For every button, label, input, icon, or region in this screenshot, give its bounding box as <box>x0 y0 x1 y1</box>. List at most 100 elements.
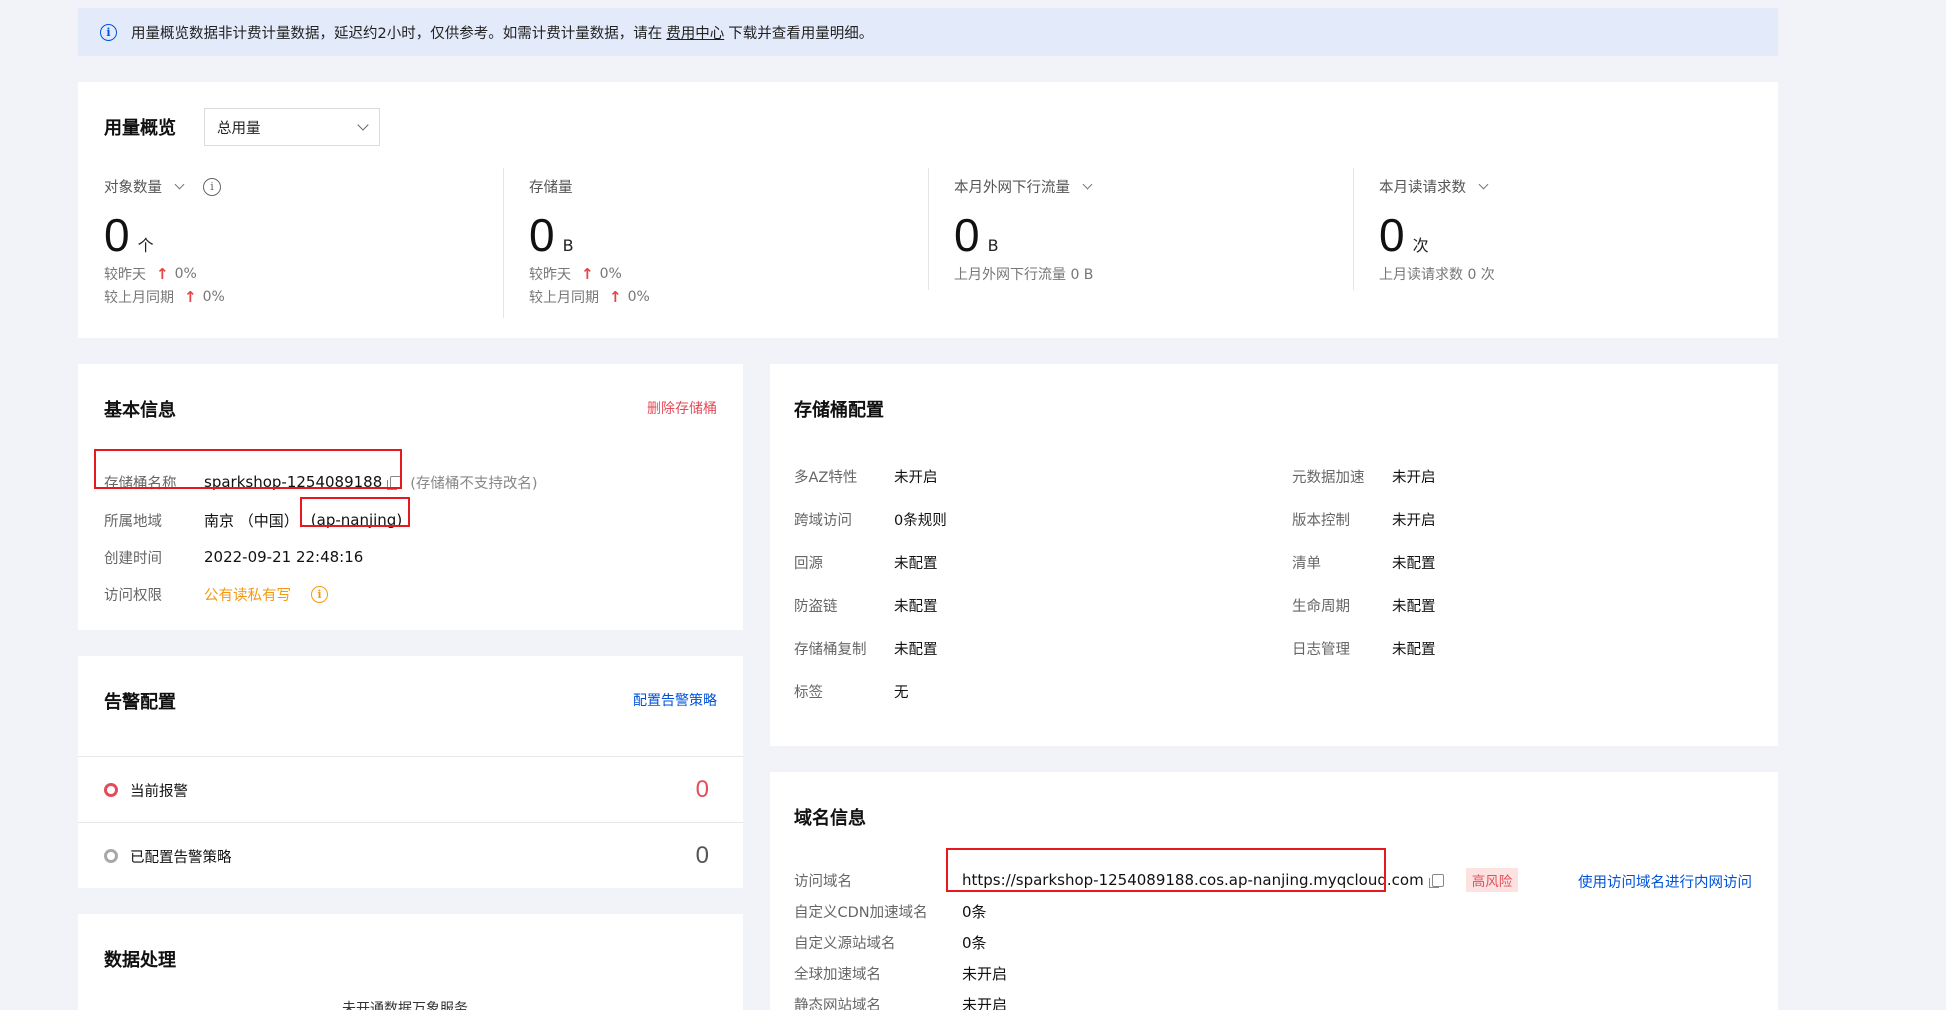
config-item[interactable]: 清单 未配置 <box>1292 551 1436 573</box>
bucket-config-title: 存储桶配置 <box>794 400 884 421</box>
domain-row-label: 静态网站域名 <box>794 997 881 1010</box>
usage-overview-card: 用量概览 总用量 对象数量 i 0 个 较昨天 ↑ 0% 较上月同期 ↑ 0% … <box>78 82 1778 338</box>
config-item[interactable]: 版本控制 未开启 <box>1292 508 1436 530</box>
metric-value: 0 <box>954 209 980 261</box>
arrow-up-icon: ↑ <box>156 265 169 283</box>
configured-policy-row[interactable]: 已配置告警策略 0 <box>104 840 709 872</box>
metric-label: 存储量 <box>529 180 573 196</box>
created-value: 2022-09-21 22:48:16 <box>204 548 364 566</box>
metric-label: 本月外网下行流量 <box>954 180 1070 196</box>
config-value: 未配置 <box>894 555 938 572</box>
config-alarm-policy-link[interactable]: 配置告警策略 <box>633 690 717 710</box>
access-domain-label: 访问域名 <box>794 873 852 890</box>
created-label: 创建时间 <box>104 550 162 567</box>
chevron-down-icon[interactable] <box>1082 179 1093 190</box>
chevron-down-icon[interactable] <box>174 179 185 190</box>
config-label: 跨域访问 <box>794 512 852 529</box>
bucket-name-hint: (存储桶不支持改名) <box>410 475 538 492</box>
config-item[interactable]: 防盗链 未配置 <box>794 594 938 616</box>
config-item[interactable]: 生命周期 未配置 <box>1292 594 1436 616</box>
metric-value: 0 <box>529 209 555 261</box>
region-label: 所属地域 <box>104 513 162 530</box>
usage-notice-bar: i 用量概览数据非计费计量数据，延迟约2小时，仅供参考。如需计费计量数据，请在 … <box>78 8 1778 56</box>
config-label: 回源 <box>794 555 823 572</box>
metric-value: 0 <box>1379 209 1405 261</box>
config-item[interactable]: 日志管理 未配置 <box>1292 637 1436 659</box>
compare-value: 0% <box>627 289 650 305</box>
previous-month-value: 上月读请求数 0 次 <box>1379 267 1495 283</box>
current-alarm-label: 当前报警 <box>130 783 188 800</box>
data-processing-card: 数据处理 未开通数据万象服务 <box>78 914 743 1010</box>
domain-info-card: 域名信息 访问域名 https://sparkshop-1254089188.c… <box>770 772 1778 1010</box>
config-value: 无 <box>894 684 909 701</box>
config-item[interactable]: 跨域访问 0条规则 <box>794 508 947 530</box>
metric-value: 0 <box>104 209 130 261</box>
domain-row: 静态网站域名 未开启 <box>794 993 1007 1010</box>
data-processing-status: 未开通数据万象服务 <box>342 1001 468 1010</box>
metric-unit: B <box>562 236 574 255</box>
info-icon: i <box>100 23 117 41</box>
config-item[interactable]: 多AZ特性 未开启 <box>794 465 938 487</box>
metric-outbound-traffic: 本月外网下行流量 0 B 上月外网下行流量 0 B <box>928 168 1348 318</box>
config-label: 元数据加速 <box>1292 469 1365 486</box>
configured-policy-count: 0 <box>695 842 709 869</box>
risk-badge: 高风险 <box>1465 868 1519 892</box>
intranet-access-link[interactable]: 使用访问域名进行内网访问 <box>1578 871 1752 892</box>
domain-row-value: 0条 <box>962 933 987 952</box>
info-icon[interactable]: i <box>203 177 221 196</box>
billing-center-link[interactable]: 费用中心 <box>666 22 724 43</box>
highlight-box <box>300 497 410 527</box>
data-processing-title: 数据处理 <box>104 950 176 971</box>
usage-type-select[interactable]: 总用量 <box>204 108 380 146</box>
compare-value: 0% <box>202 289 225 305</box>
warning-icon[interactable]: i <box>311 585 328 603</box>
config-label: 清单 <box>1292 555 1321 572</box>
metric-unit: 次 <box>1412 236 1429 255</box>
domain-row-label: 自定义CDN加速域名 <box>794 904 928 921</box>
current-alarm-count: 0 <box>695 776 709 803</box>
configured-policy-label: 已配置告警策略 <box>130 849 232 866</box>
divider <box>928 168 929 290</box>
metric-object-count: 对象数量 i 0 个 较昨天 ↑ 0% 较上月同期 ↑ 0% <box>78 168 498 318</box>
config-item[interactable]: 存储桶复制 未配置 <box>794 637 938 659</box>
usage-title: 用量概览 <box>104 118 176 139</box>
bucket-config-card: 存储桶配置 多AZ特性 未开启 跨域访问 0条规则 回源 未配置 防盗链 未配置… <box>770 364 1778 746</box>
metric-storage: 存储量 0 B 较昨天 ↑ 0% 较上月同期 ↑ 0% <box>503 168 923 318</box>
chevron-down-icon[interactable] <box>1478 179 1489 190</box>
domain-row-value: 未开启 <box>962 995 1008 1010</box>
domain-info-title: 域名信息 <box>794 808 866 829</box>
domain-row-value: 未开启 <box>962 964 1008 983</box>
config-item[interactable]: 标签 无 <box>794 680 909 702</box>
metric-label: 本月读请求数 <box>1379 180 1466 196</box>
config-label: 生命周期 <box>1292 598 1350 615</box>
divider <box>78 822 743 823</box>
notice-text: 用量概览数据非计费计量数据，延迟约2小时，仅供参考。如需计费计量数据，请在 <box>131 25 663 42</box>
region-value: 南京 （中国） <box>204 511 299 530</box>
metric-unit: B <box>987 236 999 255</box>
config-value: 未开启 <box>894 469 938 486</box>
acl-value[interactable]: 公有读私有写 <box>204 584 291 605</box>
copy-icon[interactable] <box>1428 873 1444 888</box>
domain-row-value: 0条 <box>962 902 987 921</box>
config-item[interactable]: 元数据加速 未开启 <box>1292 465 1436 487</box>
config-label: 版本控制 <box>1292 512 1350 529</box>
config-label: 多AZ特性 <box>794 469 858 486</box>
metric-label: 对象数量 <box>104 180 162 196</box>
arrow-up-icon: ↑ <box>184 288 197 306</box>
chevron-down-icon <box>357 119 369 131</box>
compare-label: 较昨天 <box>104 267 146 283</box>
config-item[interactable]: 回源 未配置 <box>794 551 938 573</box>
config-value: 未开启 <box>1392 469 1436 486</box>
config-value: 未配置 <box>1392 641 1436 658</box>
config-label: 标签 <box>794 684 823 701</box>
compare-label: 较上月同期 <box>529 290 599 306</box>
delete-bucket-link[interactable]: 删除存储桶 <box>647 398 717 418</box>
current-alarm-row[interactable]: 当前报警 0 <box>104 774 709 806</box>
previous-month-value: 上月外网下行流量 0 B <box>954 267 1094 283</box>
highlight-box <box>94 449 402 489</box>
metric-read-requests: 本月读请求数 0 次 上月读请求数 0 次 <box>1353 168 1773 318</box>
config-value: 未配置 <box>1392 598 1436 615</box>
created-row: 创建时间 2022-09-21 22:48:16 <box>104 545 363 569</box>
config-label: 存储桶复制 <box>794 641 867 658</box>
alarm-config-title: 告警配置 <box>104 692 176 713</box>
